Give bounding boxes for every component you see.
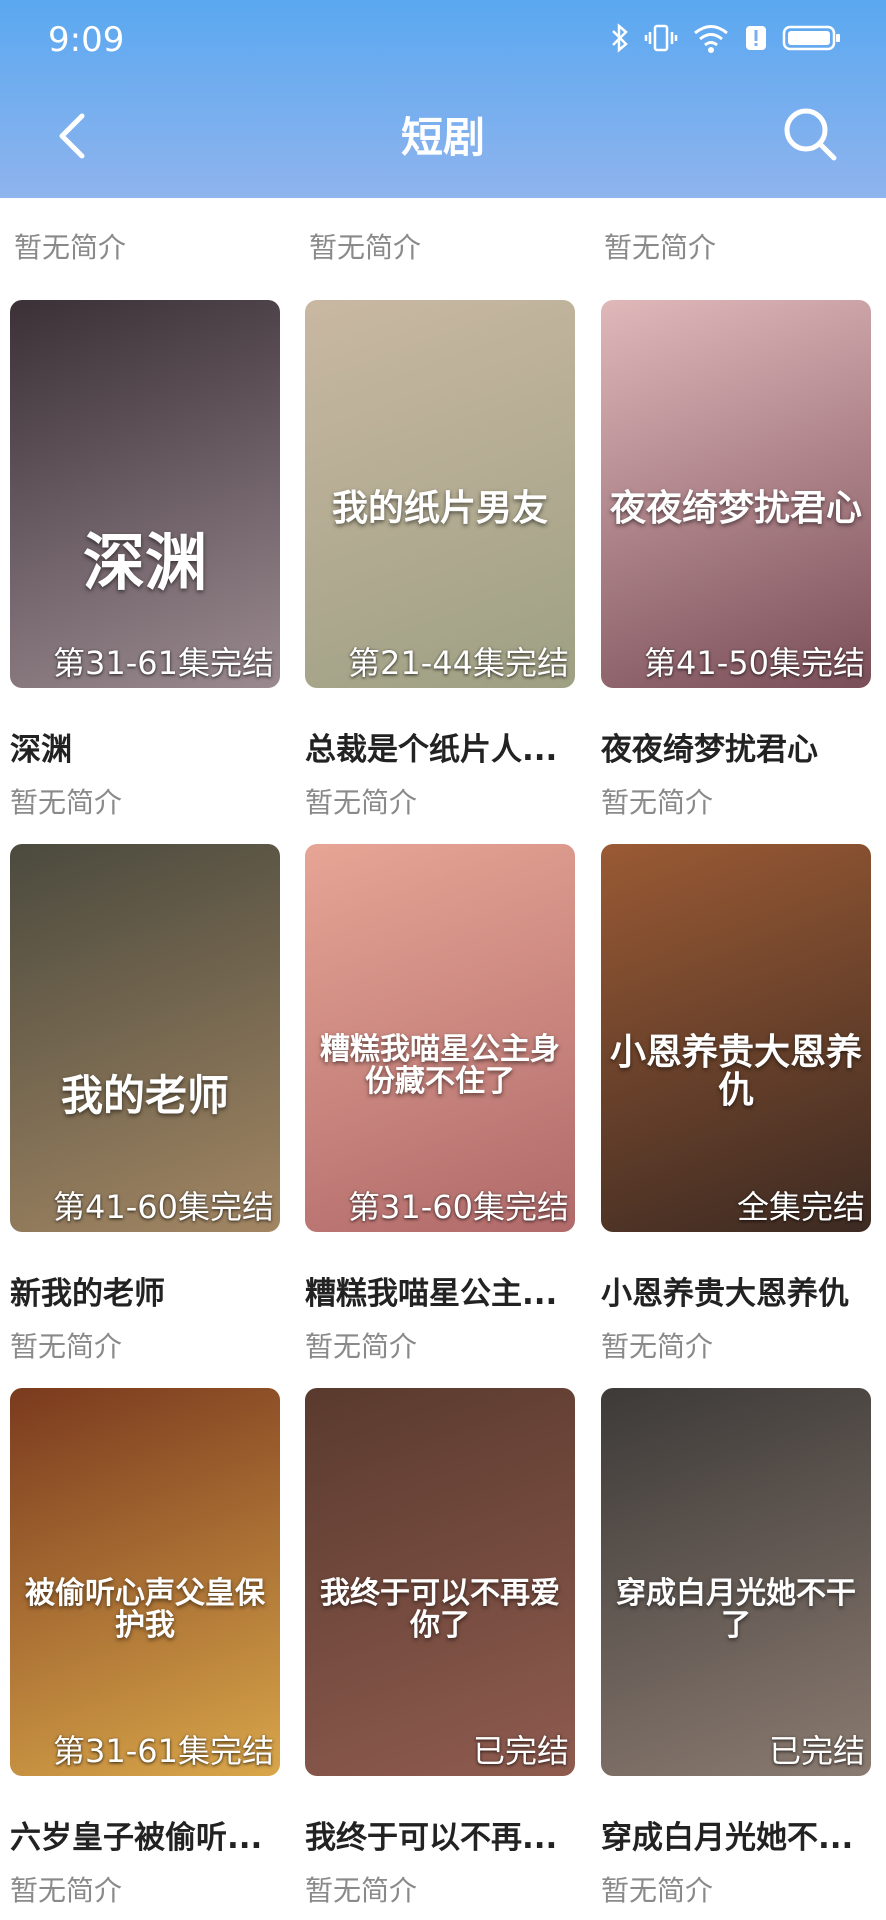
drama-description: 暂无简介 [601,786,714,819]
poster-title-art: 我终于可以不再爱你了 [320,1576,560,1643]
poster-title-art: 夜夜绮梦扰君心 [609,488,862,529]
drama-card[interactable]: 夜夜绮梦扰君心第41-50集完结 夜夜绮梦扰君心暂无简介 [601,300,871,821]
top-desc-3: 暂无简介 [604,231,717,264]
page-title: 短剧 [400,113,485,162]
poster-title-art: 穿成白月光她不干了 [616,1576,856,1643]
alert-icon [744,22,768,58]
status-bar: 9:09 [0,0,886,84]
poster-title-art: 我的老师 [60,1071,229,1120]
drama-card[interactable]: 被偷听心声父皇保护我 第31-61集完结 六岁皇子被偷听... 暂无简介 [10,1388,280,1909]
wifi-icon [692,22,730,58]
drama-card[interactable]: 我的纸片男友 第21-44集完结 总裁是个纸片人... 暂无简介 [305,300,575,821]
drama-card[interactable]: 深渊第31-61集完结 深渊暂无简介 [10,300,280,821]
status-time: 9:09 [48,20,125,60]
drama-title[interactable]: 深渊 [10,724,300,769]
app-header: 9:09 短剧 [0,0,886,198]
drama-description: 暂无简介 [305,1330,418,1363]
battery-icon [782,22,842,58]
drama-title[interactable]: 六岁皇子被偷听... [10,1812,300,1857]
episode-badge: 已完结 [472,1732,569,1770]
episode-badge: 第41-50集完结 [644,644,865,682]
poster-title-art: 深渊 [82,526,207,599]
vibrate-icon [644,22,678,58]
drama-poster[interactable]: 小恩养贵大恩养仇全集完结 [601,844,871,1232]
nav-bar: 短剧 [0,84,886,198]
partial-previous-row: 暂无简介 暂无简介 暂无简介 [0,198,886,278]
drama-card[interactable]: 我的老师 第41-60集完结 新我的老师 暂无简介 [10,844,280,1365]
top-desc-1: 暂无简介 [14,231,127,264]
drama-title[interactable]: 糟糕我喵星公主... [305,1268,595,1313]
drama-description: 暂无简介 [305,786,418,819]
drama-title[interactable]: 穿成白月光她不... [601,1812,886,1857]
drama-card[interactable]: 我终于可以不再爱你了 已完结 我终于可以不再... 暂无简介 [305,1388,575,1909]
episode-badge: 第31-61集完结 [53,1732,274,1770]
drama-description: 暂无简介 [10,786,123,819]
drama-poster[interactable]: 穿成白月光她不干了已完结 [601,1388,871,1776]
episode-badge: 第31-61集完结 [53,644,274,682]
poster-title-art: 糟糕我喵星公主身份藏不住了 [320,1032,560,1099]
status-icons [610,22,842,58]
top-desc-2: 暂无简介 [309,231,422,264]
poster-title-art: 小恩养贵大恩养仇 [609,1032,862,1111]
episode-badge: 第31-60集完结 [348,1188,569,1226]
episode-badge: 已完结 [768,1732,865,1770]
bluetooth-icon [610,22,630,58]
drama-card[interactable]: 穿成白月光她不干了 已完结 穿成白月光她不... 暂无简介 [601,1388,871,1909]
search-icon [784,108,837,161]
drama-poster[interactable]: 我终于可以不再爱你了已完结 [305,1388,575,1776]
drama-card[interactable]: 小恩养贵大恩养仇全集完结 小恩养贵大恩养仇暂无简介 [601,844,871,1365]
episode-badge: 第21-44集完结 [348,644,569,682]
poster-title-art: 我的纸片男友 [331,488,548,529]
drama-description: 暂无简介 [10,1330,123,1363]
drama-description: 暂无简介 [601,1874,714,1907]
drama-description: 暂无简介 [601,1330,714,1363]
drama-title[interactable]: 我终于可以不再... [305,1812,595,1857]
drama-poster[interactable]: 糟糕我喵星公主身份藏不住了第31-60集完结 [305,844,575,1232]
poster-title-art: 被偷听心声父皇保护我 [25,1576,265,1643]
drama-poster[interactable]: 我的纸片男友第21-44集完结 [305,300,575,688]
episode-badge: 第41-60集完结 [53,1188,274,1226]
drama-description: 暂无简介 [10,1874,123,1907]
drama-card[interactable]: 糟糕我喵星公主身份藏不住了 第31-60集完结 糟糕我喵星公主... 暂无简介 [305,844,575,1365]
drama-description: 暂无简介 [305,1874,418,1907]
drama-poster[interactable]: 被偷听心声父皇保护我第31-61集完结 [10,1388,280,1776]
drama-poster[interactable]: 深渊第31-61集完结 [10,300,280,688]
drama-title[interactable]: 夜夜绮梦扰君心 [601,724,886,769]
drama-poster[interactable]: 夜夜绮梦扰君心第41-50集完结 [601,300,871,688]
drama-title[interactable]: 总裁是个纸片人... [305,724,595,769]
drama-title[interactable]: 小恩养贵大恩养仇 [601,1268,886,1313]
drama-title[interactable]: 新我的老师 [10,1268,300,1313]
episode-badge: 全集完结 [736,1188,865,1226]
search-button[interactable] [776,100,846,170]
drama-poster[interactable]: 我的老师第41-60集完结 [10,844,280,1232]
